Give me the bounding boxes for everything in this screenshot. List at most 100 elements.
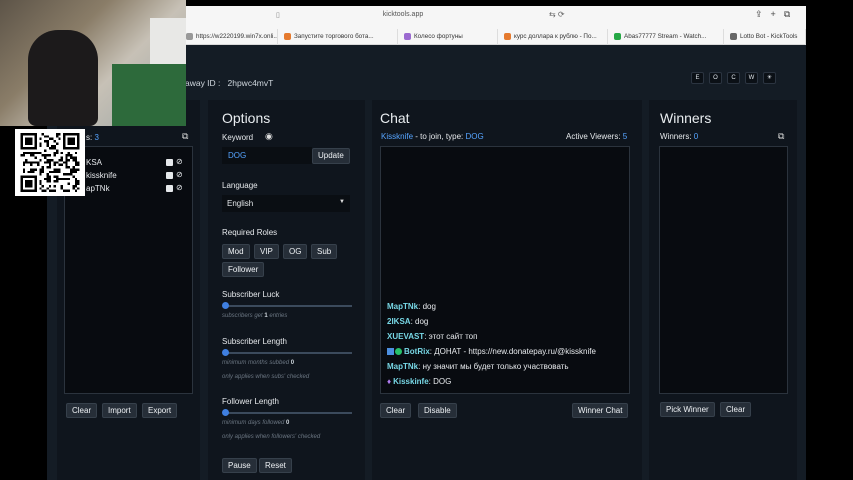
hint-value: 1	[264, 313, 268, 319]
chat-message: MapTNk: ну значит мы будет только участв…	[387, 362, 569, 371]
chat-username[interactable]: Kisskinfe	[393, 377, 429, 386]
eye-icon[interactable]: ◉	[265, 131, 273, 142]
ban-icon[interactable]: ⊘	[176, 170, 183, 179]
pick-winner-button[interactable]: Pick Winner	[660, 402, 715, 417]
new-tab-icon[interactable]: +	[771, 9, 776, 20]
keyword-value: DOG	[228, 151, 247, 160]
tab-label: Lotto Bot - KickTools	[740, 33, 798, 40]
language-label: Language	[222, 181, 258, 190]
tab-label: https://w2220199.win7x.onli...	[196, 33, 278, 40]
entries-import-button[interactable]: Import	[102, 403, 137, 418]
giveaway-id-value: 2hpwc4mvT	[227, 78, 274, 88]
follower-length-slider[interactable]	[222, 409, 352, 416]
subscriber-length-slider[interactable]	[222, 349, 352, 356]
winners-list	[659, 146, 788, 394]
entry-name: KSA	[86, 158, 103, 167]
reset-button[interactable]: Reset	[259, 458, 292, 473]
entry-checkbox[interactable]	[166, 159, 173, 166]
update-button[interactable]: Update	[312, 148, 350, 164]
chat-disable-button[interactable]: Disable	[418, 403, 457, 418]
browser-tab[interactable]: Запустите торгового бота...	[278, 29, 398, 45]
language-select[interactable]: English ▼	[222, 195, 350, 212]
winners-clear-button[interactable]: Clear	[720, 402, 752, 417]
giveaway-id: veaway ID : 2hpwc4mvT	[176, 78, 273, 88]
chat-text: dog	[422, 302, 436, 311]
browser-tab[interactable]: https://w2220199.win7x.onli...	[180, 29, 278, 45]
browser-tab[interactable]: Колесо фортуны	[398, 29, 498, 45]
webcam-person	[28, 30, 98, 126]
header-button-1[interactable]: O	[709, 72, 722, 84]
subscriber-luck-slider[interactable]	[222, 302, 352, 309]
role-vip-button[interactable]: VIP	[254, 244, 279, 259]
slider-knob[interactable]	[222, 302, 229, 309]
bot-badge-icon	[387, 348, 394, 355]
chat-keyword: DOG	[465, 132, 484, 141]
chat-username[interactable]: 2IKSA	[387, 317, 411, 326]
chat-clear-button[interactable]: Clear	[380, 403, 412, 418]
follower-length-label: Follower Length	[222, 397, 279, 406]
ban-icon[interactable]: ⊘	[176, 157, 183, 166]
subscriber-length-label: Subscriber Length	[222, 337, 287, 346]
tabs-overview-icon[interactable]: ⧉	[784, 9, 790, 20]
chat-username[interactable]: XUEVAST	[387, 332, 424, 341]
chat-message: XUEVAST: этот сайт топ	[387, 332, 477, 341]
winners-count: Winners: 0	[660, 132, 698, 141]
chat-text: ну значит мы будет только участвовать	[422, 362, 569, 371]
entry-checkbox[interactable]	[166, 172, 173, 179]
chat-text: этот сайт топ	[428, 332, 478, 341]
browser-tab[interactable]: Lotto Bot - KickTools	[724, 29, 806, 45]
header-button-4[interactable]: ☀	[763, 72, 776, 84]
browser-tab[interactable]: курс доллара к рублю - По...	[498, 29, 608, 45]
keyword-label: Keyword	[222, 133, 254, 142]
chat-box[interactable]	[380, 146, 630, 394]
tab-favicon	[404, 33, 411, 40]
chat-username[interactable]: MapTNk	[387, 302, 418, 311]
tab-favicon	[284, 33, 291, 40]
keyword-input[interactable]: DOG	[222, 147, 312, 164]
hint-text: entries	[269, 313, 288, 319]
copy-entries-icon[interactable]: ⧉	[182, 131, 188, 142]
tab-favicon	[504, 33, 511, 40]
entries-clear-button[interactable]: Clear	[66, 403, 98, 418]
role-follower-button[interactable]: Follower	[222, 262, 265, 277]
share-icon[interactable]: ⇪	[755, 9, 763, 20]
role-mod-button[interactable]: Mod	[222, 244, 250, 259]
entries-export-button[interactable]: Export	[142, 403, 178, 418]
subscriber-luck-label: Subscriber Luck	[222, 290, 280, 299]
chat-username[interactable]: MapTNk	[387, 362, 418, 371]
chat-username[interactable]: BotRix	[404, 347, 430, 356]
tab-label: Колесо фортуны	[414, 33, 463, 40]
role-sub-button[interactable]: Sub	[311, 244, 338, 259]
verified-badge-icon	[395, 348, 402, 355]
copy-winners-icon[interactable]: ⧉	[778, 131, 784, 142]
ban-icon[interactable]: ⊘	[176, 183, 183, 192]
header-buttons: E O C W ☀	[691, 72, 776, 84]
header-button-3[interactable]: W	[745, 72, 758, 84]
streamer-name[interactable]: Kissknife	[381, 132, 413, 141]
hint-text: minimum days followed	[222, 420, 285, 426]
pause-button[interactable]: Pause	[222, 458, 257, 473]
chat-message: ♦ Kisskinfe: DOG	[387, 377, 451, 386]
webcam-background	[112, 64, 186, 126]
chat-text: DOG	[433, 377, 452, 386]
entry-name: kissknife	[86, 171, 117, 180]
entries-count: s: 3	[86, 133, 99, 142]
role-og-button[interactable]: OG	[283, 244, 308, 259]
entry-checkbox[interactable]	[166, 185, 173, 192]
entries-count-label: s:	[86, 133, 93, 142]
browser-tab[interactable]: Abas77777 Stream - Watch...	[608, 29, 724, 45]
active-viewers-value: 5	[622, 132, 628, 141]
translate-icon[interactable]: ⇆ ⟳	[549, 10, 565, 19]
hint-text: subscribers get	[222, 313, 263, 319]
tab-favicon	[614, 33, 621, 40]
slider-knob[interactable]	[222, 349, 229, 356]
hint-text: minimum months subbed	[222, 360, 290, 366]
winners-count-label: Winners:	[660, 132, 692, 141]
language-value: English	[227, 199, 254, 208]
header-button-2[interactable]: C	[727, 72, 740, 84]
header-button-0[interactable]: E	[691, 72, 704, 84]
subscriber-length-hint: minimum months subbed 0	[222, 360, 294, 366]
slider-knob[interactable]	[222, 409, 229, 416]
winner-chat-button[interactable]: Winner Chat	[572, 403, 629, 418]
active-viewers: Active Viewers: 5	[566, 132, 627, 141]
